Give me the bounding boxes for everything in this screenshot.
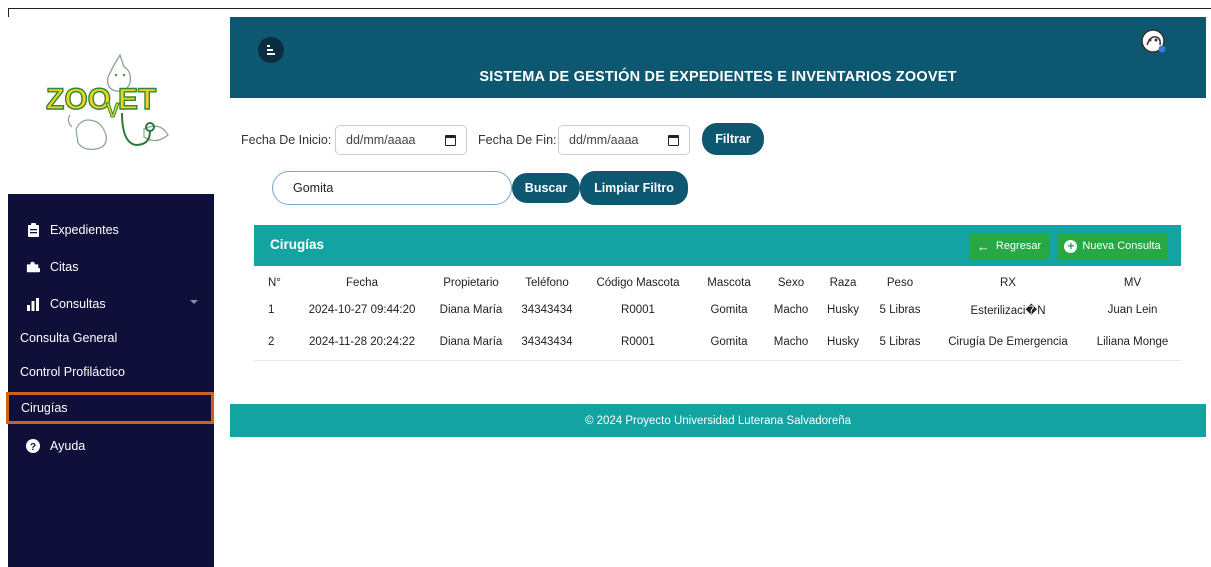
sidebar-item-cirugias[interactable]: Cirugías <box>6 392 214 424</box>
table-cell: Juan Lein <box>1107 304 1158 316</box>
logo-image: ZOO ET V <box>45 52 169 150</box>
sidebar-item-consulta-general[interactable]: Consulta General <box>8 325 214 351</box>
table-cell: Macho <box>764 324 818 361</box>
clipboard-icon <box>26 223 40 237</box>
end-date-label: Fecha De Fin: <box>478 133 557 147</box>
page-title: SISTEMA DE GESTIÓN DE EXPEDIENTES E INVE… <box>479 69 957 85</box>
sidebar-item-label: Control Profiláctico <box>20 365 125 379</box>
search-input[interactable]: Gomita <box>272 171 512 205</box>
card-header: Cirugías ← Regresar + Nueva Consulta <box>254 225 1181 266</box>
column-header: Propietario <box>443 277 499 289</box>
svg-text:?: ? <box>30 442 36 453</box>
table-cell: Gomita <box>710 304 748 316</box>
column-header: Teléfono <box>525 277 569 289</box>
sidebar-item-control-profilactico[interactable]: Control Profiláctico <box>8 359 214 385</box>
end-date-input[interactable]: dd/mm/aaaa <box>558 125 690 155</box>
column-header: Mascota <box>707 277 751 289</box>
column-header: MV <box>1123 277 1142 289</box>
sidebar-item-label: Consulta General <box>20 331 118 345</box>
page-footer: © 2024 Proyecto Universidad Luterana Sal… <box>230 404 1206 437</box>
table-cell: 5 Libras <box>879 304 921 316</box>
arrow-left-icon: ← <box>976 238 990 254</box>
table-row[interactable]: 2 2024-11-28 20:24:22 Diana María 343434… <box>254 324 1181 361</box>
end-date-value: dd/mm/aaaa <box>569 133 639 147</box>
table-row[interactable]: 1 2024-10-27 09:44:20 Diana María 343434… <box>254 296 1181 324</box>
vet-avatar-icon <box>1141 29 1166 53</box>
search-value: Gomita <box>293 181 334 195</box>
svg-text:V: V <box>106 100 120 122</box>
column-header: Raza <box>829 277 857 289</box>
table-cell: Esterilizaci�N <box>970 305 1046 317</box>
new-consulta-button[interactable]: + Nueva Consulta <box>1057 233 1168 259</box>
table-cell: 5 Libras <box>868 324 932 361</box>
table-cell: Husky <box>818 324 868 361</box>
help-circle-icon: ? <box>26 439 40 453</box>
menu-toggle-button[interactable] <box>258 37 284 63</box>
calendar-icon[interactable] <box>445 135 456 146</box>
table-cell: 34343434 <box>521 304 573 316</box>
sidebar-item-citas[interactable]: Citas <box>8 254 214 280</box>
table-cell: R0001 <box>582 324 694 361</box>
column-header: Peso <box>886 277 914 289</box>
chevron-down-icon[interactable] <box>190 300 198 304</box>
column-header: N° <box>268 277 281 289</box>
zoovet-logo: ZOO ET V <box>8 17 214 194</box>
column-header: Fecha <box>346 277 378 289</box>
column-header: RX <box>1000 277 1016 289</box>
top-header: SISTEMA DE GESTIÓN DE EXPEDIENTES E INVE… <box>230 17 1206 98</box>
sidebar-item-consultas[interactable]: Consultas <box>8 291 214 317</box>
svg-text:ZOO: ZOO <box>46 83 111 116</box>
table-cell: 1 <box>268 304 275 316</box>
column-header: Sexo <box>777 277 805 289</box>
back-button-label: Regresar <box>995 240 1042 252</box>
svg-text:ET: ET <box>118 83 156 116</box>
sidebar-item-label: Citas <box>50 260 79 274</box>
table-cell: 2024-10-27 09:44:20 <box>308 304 416 316</box>
plus-circle-icon: + <box>1064 239 1078 253</box>
table-cell: Macho <box>773 304 809 316</box>
search-button[interactable]: Buscar <box>512 173 580 203</box>
clear-filter-button[interactable]: Limpiar Filtro <box>580 171 688 205</box>
sidebar-item-expedientes[interactable]: Expedientes <box>8 217 214 243</box>
start-date-label: Fecha De Inicio: <box>241 133 332 147</box>
calendar-icon[interactable] <box>668 135 679 146</box>
column-header: Código Mascota <box>596 277 680 289</box>
user-avatar[interactable] <box>1140 28 1168 56</box>
table-cell: Diana María <box>439 304 503 316</box>
chart-bar-icon <box>26 297 40 311</box>
sidebar-item-label: Expedientes <box>50 223 119 237</box>
sidebar: ZOO ET V Expedientes Citas Consultas Con… <box>6 17 214 567</box>
new-consulta-label: Nueva Consulta <box>1082 240 1161 252</box>
sidebar-item-label: Cirugías <box>21 401 68 415</box>
start-date-input[interactable]: dd/mm/aaaa <box>335 125 467 155</box>
table-cell: Cirugía De Emergencia <box>932 324 1084 361</box>
sidebar-item-label: Consultas <box>50 297 106 311</box>
table-cell: Liliana Monge <box>1084 324 1181 361</box>
puzzle-icon <box>26 260 40 274</box>
start-date-value: dd/mm/aaaa <box>346 133 416 147</box>
sidebar-item-label: Ayuda <box>50 439 86 453</box>
table-cell: Gomita <box>694 324 764 361</box>
sidebar-item-ayuda[interactable]: ? Ayuda <box>8 433 214 459</box>
table-cell: Diana María <box>430 324 512 361</box>
table-cell: 2 <box>254 324 294 361</box>
surgeries-table: N° Fecha Propietario Teléfono Código Mas… <box>254 270 1181 361</box>
menu-icon <box>267 45 275 55</box>
table-cell: Husky <box>827 304 859 316</box>
table-cell: R0001 <box>621 304 655 316</box>
back-button[interactable]: ← Regresar <box>969 233 1049 259</box>
table-header-row: N° Fecha Propietario Teléfono Código Mas… <box>254 270 1181 296</box>
card-title: Cirugías <box>270 237 325 252</box>
table-cell: 34343434 <box>512 324 582 361</box>
table-cell: 2024-11-28 20:24:22 <box>294 324 430 361</box>
filter-button[interactable]: Filtrar <box>702 123 764 155</box>
